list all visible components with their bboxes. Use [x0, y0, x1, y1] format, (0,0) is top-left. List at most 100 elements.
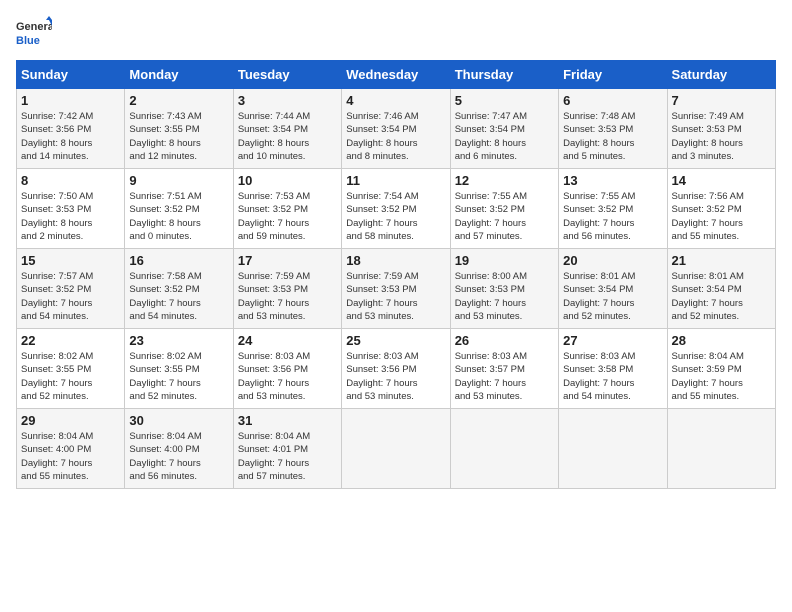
col-header-wednesday: Wednesday [342, 61, 450, 89]
page-header: General Blue [16, 16, 776, 52]
day-number: 8 [21, 173, 120, 188]
day-info: Sunrise: 7:55 AM Sunset: 3:52 PM Dayligh… [455, 190, 554, 243]
day-number: 6 [563, 93, 662, 108]
day-info: Sunrise: 8:04 AM Sunset: 4:00 PM Dayligh… [21, 430, 120, 483]
day-info: Sunrise: 7:57 AM Sunset: 3:52 PM Dayligh… [21, 270, 120, 323]
day-cell-7: 7 Sunrise: 7:49 AM Sunset: 3:53 PM Daylig… [667, 89, 775, 169]
day-cell-1: 1 Sunrise: 7:42 AM Sunset: 3:56 PM Daylig… [17, 89, 125, 169]
day-cell-23: 23 Sunrise: 8:02 AM Sunset: 3:55 PM Dayli… [125, 329, 233, 409]
day-info: Sunrise: 8:00 AM Sunset: 3:53 PM Dayligh… [455, 270, 554, 323]
col-header-sunday: Sunday [17, 61, 125, 89]
day-info: Sunrise: 7:42 AM Sunset: 3:56 PM Dayligh… [21, 110, 120, 163]
day-number: 18 [346, 253, 445, 268]
week-row-1: 1 Sunrise: 7:42 AM Sunset: 3:56 PM Daylig… [17, 89, 776, 169]
day-number: 9 [129, 173, 228, 188]
logo: General Blue [16, 16, 52, 52]
day-cell-8: 8 Sunrise: 7:50 AM Sunset: 3:53 PM Daylig… [17, 169, 125, 249]
day-info: Sunrise: 7:58 AM Sunset: 3:52 PM Dayligh… [129, 270, 228, 323]
day-number: 28 [672, 333, 771, 348]
week-row-3: 15Sunrise: 7:57 AM Sunset: 3:52 PM Dayli… [17, 249, 776, 329]
day-number: 3 [238, 93, 337, 108]
day-cell-19: 19Sunrise: 8:00 AM Sunset: 3:53 PM Dayli… [450, 249, 558, 329]
empty-cell [667, 409, 775, 489]
day-cell-30: 30 Sunrise: 8:04 AM Sunset: 4:00 PM Dayli… [125, 409, 233, 489]
day-cell-17: 17 Sunrise: 7:59 AM Sunset: 3:53 PM Dayli… [233, 249, 341, 329]
day-number: 5 [455, 93, 554, 108]
day-number: 17 [238, 253, 337, 268]
day-number: 29 [21, 413, 120, 428]
day-cell-6: 6 Sunrise: 7:48 AM Sunset: 3:53 PM Daylig… [559, 89, 667, 169]
day-info: Sunrise: 8:03 AM Sunset: 3:56 PM Dayligh… [238, 350, 337, 403]
day-number: 12 [455, 173, 554, 188]
logo-svg: General Blue [16, 16, 52, 52]
day-cell-15: 15Sunrise: 7:57 AM Sunset: 3:52 PM Dayli… [17, 249, 125, 329]
day-cell-3: 3 Sunrise: 7:44 AM Sunset: 3:54 PM Daylig… [233, 89, 341, 169]
day-info: Sunrise: 8:03 AM Sunset: 3:56 PM Dayligh… [346, 350, 445, 403]
calendar-table: SundayMondayTuesdayWednesdayThursdayFrid… [16, 60, 776, 489]
day-cell-22: 22Sunrise: 8:02 AM Sunset: 3:55 PM Dayli… [17, 329, 125, 409]
day-info: Sunrise: 8:01 AM Sunset: 3:54 PM Dayligh… [563, 270, 662, 323]
header-row: SundayMondayTuesdayWednesdayThursdayFrid… [17, 61, 776, 89]
day-cell-11: 11Sunrise: 7:54 AM Sunset: 3:52 PM Dayli… [342, 169, 450, 249]
day-info: Sunrise: 7:46 AM Sunset: 3:54 PM Dayligh… [346, 110, 445, 163]
day-cell-27: 27 Sunrise: 8:03 AM Sunset: 3:58 PM Dayli… [559, 329, 667, 409]
day-cell-12: 12 Sunrise: 7:55 AM Sunset: 3:52 PM Dayli… [450, 169, 558, 249]
day-info: Sunrise: 7:47 AM Sunset: 3:54 PM Dayligh… [455, 110, 554, 163]
week-row-5: 29 Sunrise: 8:04 AM Sunset: 4:00 PM Dayli… [17, 409, 776, 489]
day-info: Sunrise: 7:50 AM Sunset: 3:53 PM Dayligh… [21, 190, 120, 243]
day-number: 31 [238, 413, 337, 428]
day-number: 1 [21, 93, 120, 108]
day-cell-25: 25 Sunrise: 8:03 AM Sunset: 3:56 PM Dayli… [342, 329, 450, 409]
day-number: 30 [129, 413, 228, 428]
day-cell-16: 16Sunrise: 7:58 AM Sunset: 3:52 PM Dayli… [125, 249, 233, 329]
day-info: Sunrise: 8:04 AM Sunset: 4:00 PM Dayligh… [129, 430, 228, 483]
day-info: Sunrise: 8:01 AM Sunset: 3:54 PM Dayligh… [672, 270, 771, 323]
empty-cell [559, 409, 667, 489]
day-number: 20 [563, 253, 662, 268]
day-cell-5: 5 Sunrise: 7:47 AM Sunset: 3:54 PM Daylig… [450, 89, 558, 169]
col-header-thursday: Thursday [450, 61, 558, 89]
day-number: 21 [672, 253, 771, 268]
day-info: Sunrise: 7:49 AM Sunset: 3:53 PM Dayligh… [672, 110, 771, 163]
day-info: Sunrise: 7:56 AM Sunset: 3:52 PM Dayligh… [672, 190, 771, 243]
day-info: Sunrise: 7:53 AM Sunset: 3:52 PM Dayligh… [238, 190, 337, 243]
day-info: Sunrise: 7:43 AM Sunset: 3:55 PM Dayligh… [129, 110, 228, 163]
day-number: 7 [672, 93, 771, 108]
day-info: Sunrise: 8:03 AM Sunset: 3:58 PM Dayligh… [563, 350, 662, 403]
day-cell-26: 26 Sunrise: 8:03 AM Sunset: 3:57 PM Dayli… [450, 329, 558, 409]
day-cell-14: 14 Sunrise: 7:56 AM Sunset: 3:52 PM Dayli… [667, 169, 775, 249]
day-info: Sunrise: 7:59 AM Sunset: 3:53 PM Dayligh… [238, 270, 337, 323]
day-info: Sunrise: 8:04 AM Sunset: 4:01 PM Dayligh… [238, 430, 337, 483]
day-info: Sunrise: 7:59 AM Sunset: 3:53 PM Dayligh… [346, 270, 445, 323]
day-number: 25 [346, 333, 445, 348]
day-info: Sunrise: 7:44 AM Sunset: 3:54 PM Dayligh… [238, 110, 337, 163]
day-info: Sunrise: 8:03 AM Sunset: 3:57 PM Dayligh… [455, 350, 554, 403]
day-number: 4 [346, 93, 445, 108]
week-row-4: 22Sunrise: 8:02 AM Sunset: 3:55 PM Dayli… [17, 329, 776, 409]
svg-text:General: General [16, 21, 52, 33]
day-cell-13: 13Sunrise: 7:55 AM Sunset: 3:52 PM Dayli… [559, 169, 667, 249]
day-cell-21: 21 Sunrise: 8:01 AM Sunset: 3:54 PM Dayli… [667, 249, 775, 329]
day-number: 26 [455, 333, 554, 348]
day-info: Sunrise: 8:02 AM Sunset: 3:55 PM Dayligh… [129, 350, 228, 403]
day-number: 24 [238, 333, 337, 348]
svg-text:Blue: Blue [16, 35, 40, 47]
day-info: Sunrise: 8:04 AM Sunset: 3:59 PM Dayligh… [672, 350, 771, 403]
day-info: Sunrise: 7:55 AM Sunset: 3:52 PM Dayligh… [563, 190, 662, 243]
day-number: 11 [346, 173, 445, 188]
day-cell-9: 9 Sunrise: 7:51 AM Sunset: 3:52 PM Daylig… [125, 169, 233, 249]
day-info: Sunrise: 7:48 AM Sunset: 3:53 PM Dayligh… [563, 110, 662, 163]
day-number: 23 [129, 333, 228, 348]
day-number: 14 [672, 173, 771, 188]
day-number: 2 [129, 93, 228, 108]
col-header-monday: Monday [125, 61, 233, 89]
empty-cell [450, 409, 558, 489]
day-info: Sunrise: 7:51 AM Sunset: 3:52 PM Dayligh… [129, 190, 228, 243]
day-number: 27 [563, 333, 662, 348]
col-header-friday: Friday [559, 61, 667, 89]
col-header-saturday: Saturday [667, 61, 775, 89]
week-row-2: 8 Sunrise: 7:50 AM Sunset: 3:53 PM Daylig… [17, 169, 776, 249]
day-number: 10 [238, 173, 337, 188]
day-info: Sunrise: 8:02 AM Sunset: 3:55 PM Dayligh… [21, 350, 120, 403]
day-cell-2: 2 Sunrise: 7:43 AM Sunset: 3:55 PM Daylig… [125, 89, 233, 169]
